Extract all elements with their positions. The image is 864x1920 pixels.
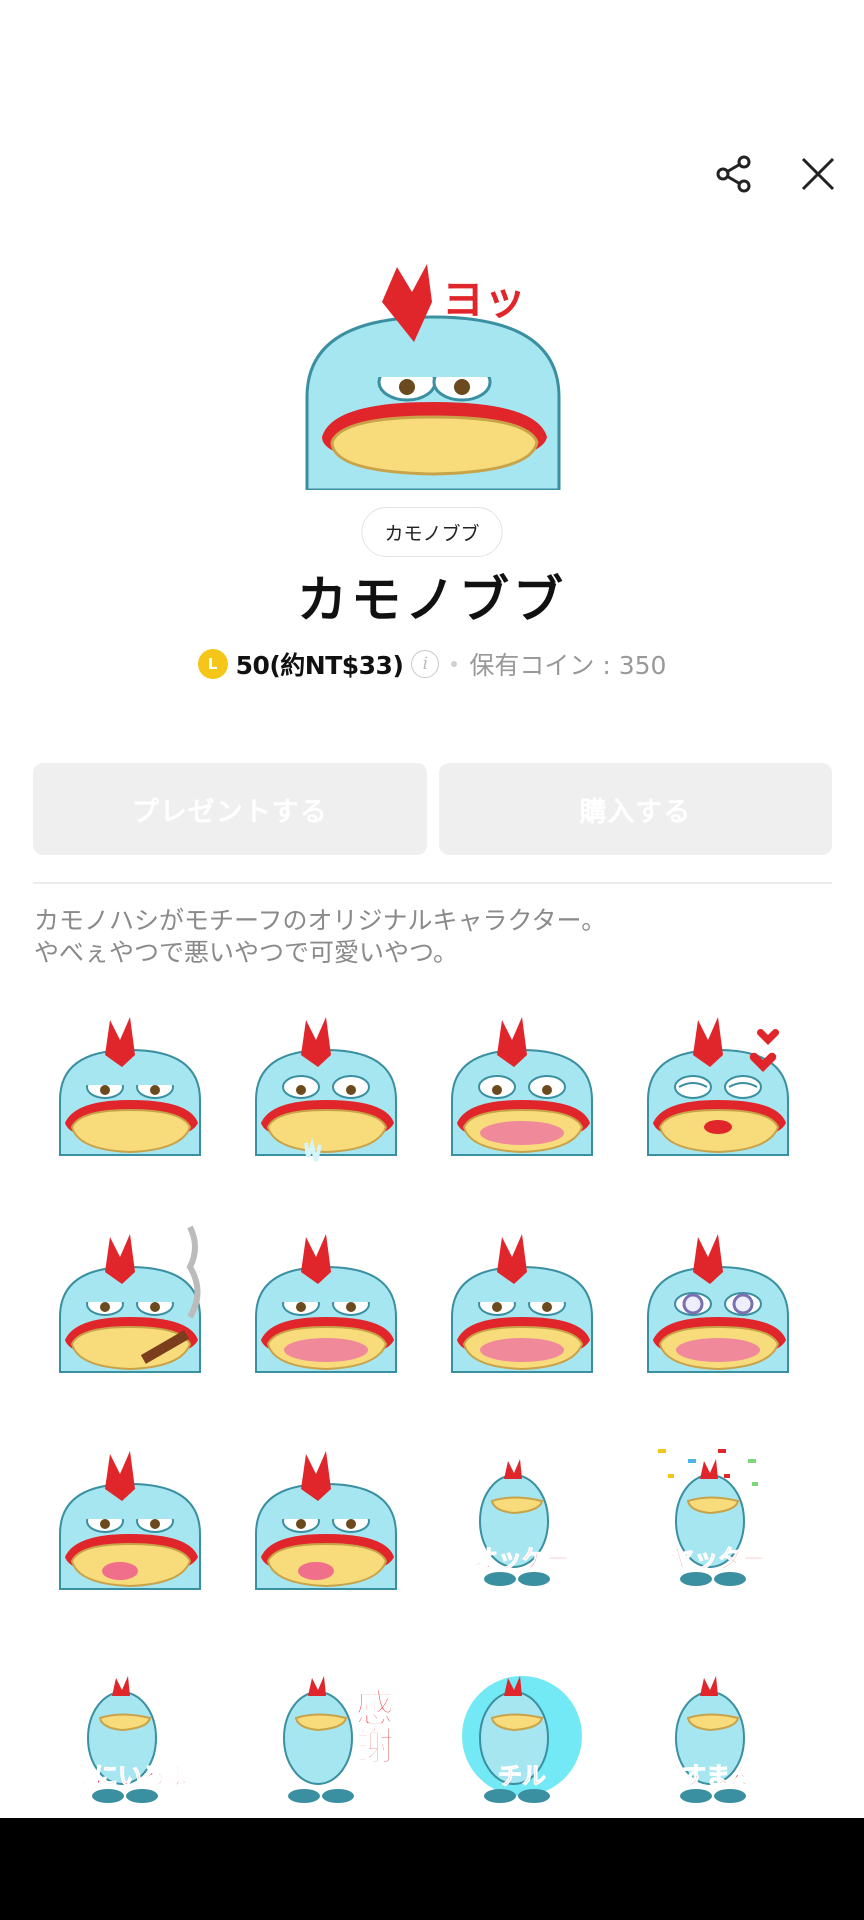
author-chip[interactable]: カモノブブ — [361, 507, 503, 557]
sticker-image — [59, 1451, 201, 1590]
sticker-item[interactable] — [236, 1005, 416, 1222]
separator-dot — [451, 661, 458, 667]
sticker-image — [451, 1017, 593, 1156]
sticker-image — [451, 1234, 593, 1373]
sticker-image — [647, 1017, 789, 1156]
price-label: 50(約NT$33) — [235, 651, 404, 680]
system-nav-bar — [0, 1818, 864, 1920]
sticker-caption: すまん — [682, 1762, 754, 1790]
sticker-image — [647, 1234, 789, 1373]
sticker-item[interactable] — [40, 1439, 220, 1656]
sticker-image: すまん — [675, 1676, 755, 1803]
sticker-item[interactable] — [628, 1005, 808, 1222]
sticker-image: 家にいるよ — [70, 1676, 191, 1803]
hero-sticker-image: ヨッ — [305, 264, 561, 490]
sticker-image: ヤッター — [658, 1449, 767, 1586]
description-line: カモノハシがモチーフのオリジナルキャラクター。 — [34, 906, 607, 935]
action-buttons: プレゼントする 購入する — [33, 763, 832, 855]
sticker-item[interactable] — [40, 1005, 220, 1222]
header-actions — [710, 150, 842, 198]
sticker-item[interactable] — [628, 1222, 808, 1439]
sticker-image — [59, 1225, 201, 1373]
divider — [33, 882, 832, 884]
hero-caption: ヨッ — [442, 275, 526, 324]
sticker-item[interactable] — [40, 1222, 220, 1439]
sticker-caption: 家にいるよ — [70, 1762, 190, 1790]
sticker-item[interactable] — [432, 1005, 612, 1222]
present-button[interactable]: プレゼントする — [33, 763, 427, 855]
sticker-image: オッケー — [474, 1459, 571, 1586]
page-title: カモノブブ — [297, 571, 567, 629]
sticker-caption: ヤッター — [670, 1545, 766, 1573]
main-sticker: ヨッ — [0, 262, 864, 490]
info-icon[interactable]: i — [411, 650, 440, 678]
sticker-caption: チル — [498, 1762, 546, 1790]
sticker-grid: オッケー ヤッター家にいるよ 感謝チル すまん — [40, 1005, 830, 1873]
share-icon[interactable] — [710, 150, 758, 198]
sticker-image — [59, 1017, 201, 1156]
sticker-item[interactable] — [236, 1439, 416, 1656]
sticker-image — [255, 1234, 397, 1373]
sticker-item[interactable] — [236, 1222, 416, 1439]
sticker-image: 感謝 — [283, 1676, 394, 1803]
sticker-image: チル — [462, 1676, 582, 1803]
description: カモノハシがモチーフのオリジナルキャラクター。 やべぇやつで悪いやつで可愛いやつ… — [34, 905, 834, 969]
coin-icon: L — [197, 649, 228, 679]
price-row: L 50(約NT$33) i 保有コイン : 350 — [0, 646, 864, 682]
close-icon[interactable] — [794, 150, 842, 198]
buy-button[interactable]: 購入する — [438, 763, 832, 855]
sticker-item[interactable] — [432, 1222, 612, 1439]
owned-coins: 保有コイン : 350 — [469, 651, 667, 680]
sticker-item[interactable]: ヤッター — [628, 1439, 808, 1656]
sticker-image — [255, 1017, 397, 1162]
sticker-caption: オッケー — [474, 1545, 570, 1573]
description-line: やべぇやつで悪いやつで可愛いやつ。 — [34, 938, 459, 967]
sticker-caption: 感謝 — [349, 1688, 393, 1764]
sticker-image — [255, 1451, 397, 1590]
sticker-item[interactable]: オッケー — [432, 1439, 612, 1656]
